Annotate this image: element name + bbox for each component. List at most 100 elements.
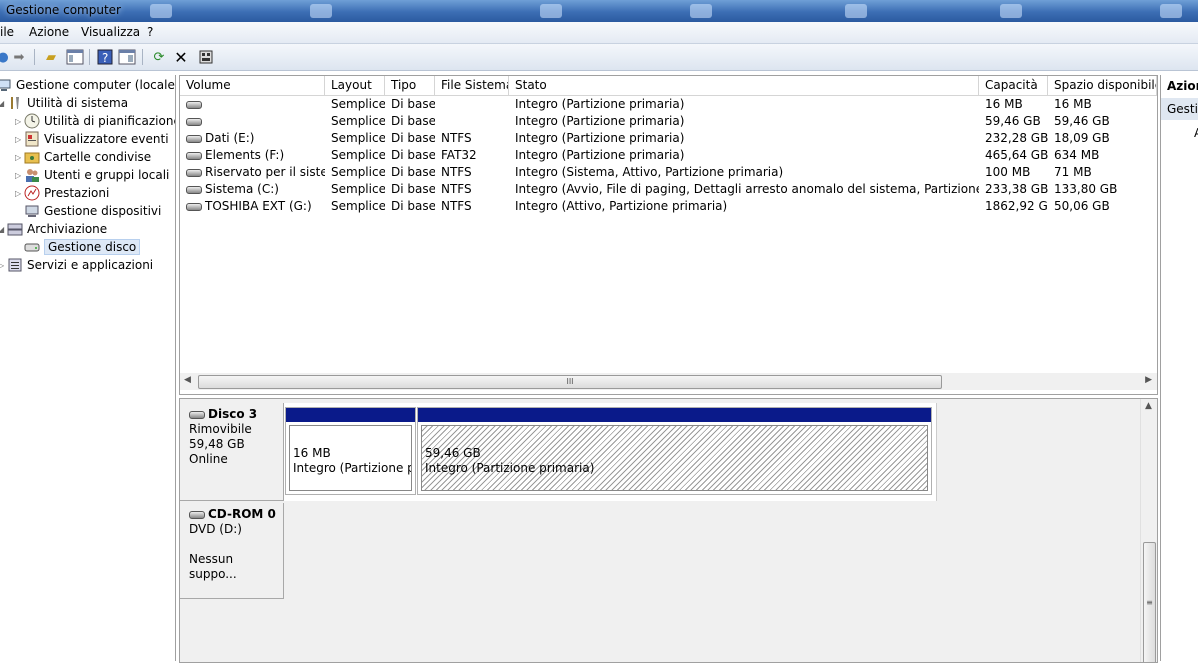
users-icon bbox=[24, 167, 40, 183]
partition-bar bbox=[418, 408, 931, 422]
cdrom-0-status: Nessun suppo... bbox=[189, 552, 237, 581]
menu-file[interactable]: ile bbox=[0, 25, 14, 39]
computer-management-icon bbox=[0, 77, 12, 93]
collapse-arrow-icon[interactable]: ◢ bbox=[0, 225, 7, 234]
expand-arrow-icon[interactable]: ▷ bbox=[15, 153, 24, 162]
volume-name: Riservato per il sistema bbox=[205, 165, 325, 179]
menu-azione[interactable]: Azione bbox=[29, 25, 69, 39]
actions-item[interactable]: Gestio bbox=[1161, 98, 1198, 120]
partition-status: Integro (Partizione pri bbox=[293, 461, 412, 475]
menu-help[interactable]: ? bbox=[147, 25, 153, 39]
table-row[interactable]: Elements (F:) Semplice Di base FAT32 Integro… bbox=[180, 147, 1157, 164]
cdrom-0-name: CD-ROM 0 bbox=[189, 507, 283, 522]
partition-59gb[interactable]: 59,46 GB Integro (Partizione primaria) bbox=[417, 407, 932, 495]
table-cell: 59,46 GB bbox=[1054, 114, 1110, 128]
clock-icon bbox=[24, 113, 40, 129]
col-file-sistema[interactable]: File Sistema bbox=[435, 76, 509, 95]
tree-item-gestione-disco[interactable]: Gestione disco bbox=[24, 238, 141, 256]
col-layout[interactable]: Layout bbox=[325, 76, 385, 95]
expand-arrow-icon[interactable]: ▷ bbox=[15, 135, 24, 144]
tree-item-dispositivi[interactable]: Gestione dispositivi bbox=[24, 202, 161, 220]
show-pane-icon[interactable] bbox=[118, 48, 136, 66]
table-row[interactable]: Semplice Di base Integro (Partizione prima… bbox=[180, 113, 1157, 130]
window-title: Gestione computer bbox=[6, 3, 121, 17]
table-cell: Di base bbox=[391, 165, 435, 179]
col-stato[interactable]: Stato bbox=[509, 76, 979, 95]
tree-item-servizi[interactable]: ▷ Servizi e applicazioni bbox=[0, 256, 153, 274]
scroll-left-icon[interactable]: ◀ bbox=[184, 375, 191, 385]
table-cell: Semplice bbox=[331, 131, 385, 145]
tree-item-utilita-sistema[interactable]: ◢ Utilità di sistema bbox=[0, 94, 128, 112]
table-cell: 71 MB bbox=[1054, 165, 1092, 179]
table-cell: Semplice bbox=[331, 199, 385, 213]
table-cell bbox=[435, 113, 509, 130]
partition-status: Integro (Partizione primaria) bbox=[425, 461, 595, 475]
tree-label: Utilità di sistema bbox=[27, 96, 129, 110]
refresh-icon[interactable]: ⟳ bbox=[150, 48, 168, 66]
taskbar-glow bbox=[845, 4, 867, 18]
table-cell: Di base bbox=[391, 131, 435, 145]
partition-16mb[interactable]: 16 MB Integro (Partizione pri bbox=[285, 407, 416, 495]
console-tree-icon[interactable] bbox=[66, 48, 84, 66]
table-row[interactable]: Semplice Di base Integro (Partizione prima… bbox=[180, 96, 1157, 113]
scroll-thumb[interactable]: III bbox=[198, 375, 942, 389]
menu-visualizza[interactable]: Visualizza bbox=[81, 25, 140, 39]
taskbar-glow bbox=[150, 4, 172, 18]
scroll-thumb-vertical[interactable]: ≡ bbox=[1143, 542, 1156, 662]
table-row[interactable]: Dati (E:) Semplice Di base NTFS Integro (Par… bbox=[180, 130, 1157, 147]
col-volume[interactable]: Volume bbox=[180, 76, 325, 95]
tree-label: Cartelle condivise bbox=[44, 150, 152, 164]
delete-icon[interactable]: ✕ bbox=[172, 48, 190, 67]
actions-pane: Azion Gestio A bbox=[1160, 75, 1198, 661]
table-cell: TOSHIBA EXT (G:) bbox=[180, 198, 325, 215]
tree-item-archiviazione[interactable]: ◢ Archiviazione bbox=[0, 220, 107, 238]
tree-item-prestazioni[interactable]: ▷ Prestazioni bbox=[15, 184, 109, 202]
tree-label: Gestione disco bbox=[44, 239, 141, 255]
disk-3-label[interactable]: Disco 3 Rimovibile 59,48 GB Online bbox=[180, 403, 284, 501]
help-icon[interactable]: ? bbox=[96, 48, 114, 66]
col-tipo[interactable]: Tipo bbox=[385, 76, 435, 95]
table-row[interactable]: TOSHIBA EXT (G:) Semplice Di base NTFS Integ… bbox=[180, 198, 1157, 215]
up-folder-icon[interactable]: ▰ bbox=[42, 48, 60, 66]
table-cell: Semplice bbox=[331, 148, 385, 162]
forward-icon[interactable]: ➡ bbox=[10, 48, 28, 66]
tree-item-utenti[interactable]: ▷ Utenti e gruppi locali bbox=[15, 166, 169, 184]
event-viewer-icon bbox=[24, 131, 40, 147]
volume-name: TOSHIBA EXT (G:) bbox=[205, 199, 312, 213]
expand-arrow-icon[interactable]: ▷ bbox=[0, 261, 7, 270]
device-manager-icon bbox=[24, 203, 40, 219]
tree-item-pianificazione[interactable]: ▷ Utilità di pianificazione bbox=[15, 112, 175, 130]
table-cell: Riservato per il sistema bbox=[180, 164, 325, 181]
scroll-right-icon[interactable]: ▶ bbox=[1145, 375, 1152, 385]
vertical-scrollbar[interactable]: ▲ ≡ bbox=[1140, 399, 1157, 662]
col-capacita[interactable]: Capacità bbox=[979, 76, 1048, 95]
collapse-arrow-icon[interactable]: ◢ bbox=[0, 99, 7, 108]
expand-arrow-icon[interactable]: ▷ bbox=[15, 117, 24, 126]
tree-root[interactable]: Gestione computer (locale) bbox=[0, 76, 176, 94]
tools-icon bbox=[7, 95, 23, 111]
drive-icon bbox=[186, 151, 202, 160]
table-row[interactable]: Riservato per il sistema Semplice Di base N… bbox=[180, 164, 1157, 181]
table-cell: Integro (Partizione primaria) bbox=[515, 131, 685, 145]
expand-arrow-icon[interactable]: ▷ bbox=[15, 171, 24, 180]
partition-bar bbox=[286, 408, 415, 422]
table-row[interactable]: Sistema (C:) Semplice Di base NTFS Integro (… bbox=[180, 181, 1157, 198]
table-cell: 133,80 GB bbox=[1054, 182, 1118, 196]
drive-icon bbox=[186, 168, 202, 177]
scroll-up-icon[interactable]: ▲ bbox=[1145, 401, 1152, 411]
col-spazio[interactable]: Spazio disponibile bbox=[1048, 76, 1157, 95]
tree-root-label: Gestione computer (locale) bbox=[16, 78, 176, 92]
taskbar-glow bbox=[690, 4, 712, 18]
performance-icon bbox=[24, 185, 40, 201]
actions-subitem[interactable]: A bbox=[1194, 126, 1198, 140]
properties-icon[interactable] bbox=[197, 48, 215, 66]
tree-item-cartelle[interactable]: ▷ Cartelle condivise bbox=[15, 148, 151, 166]
expand-arrow-icon[interactable]: ▷ bbox=[15, 189, 24, 198]
taskbar-glow bbox=[1000, 4, 1022, 18]
volume-list-header: Volume Layout Tipo File Sistema Stato Ca… bbox=[180, 76, 1157, 96]
horizontal-scrollbar[interactable]: ◀ III ▶ bbox=[180, 373, 1157, 390]
cdrom-0-label[interactable]: CD-ROM 0 DVD (D:) Nessun suppo... bbox=[180, 503, 284, 599]
drive-icon bbox=[186, 117, 202, 126]
table-cell: 634 MB bbox=[1054, 148, 1100, 162]
tree-item-eventi[interactable]: ▷ Visualizzatore eventi bbox=[15, 130, 169, 148]
